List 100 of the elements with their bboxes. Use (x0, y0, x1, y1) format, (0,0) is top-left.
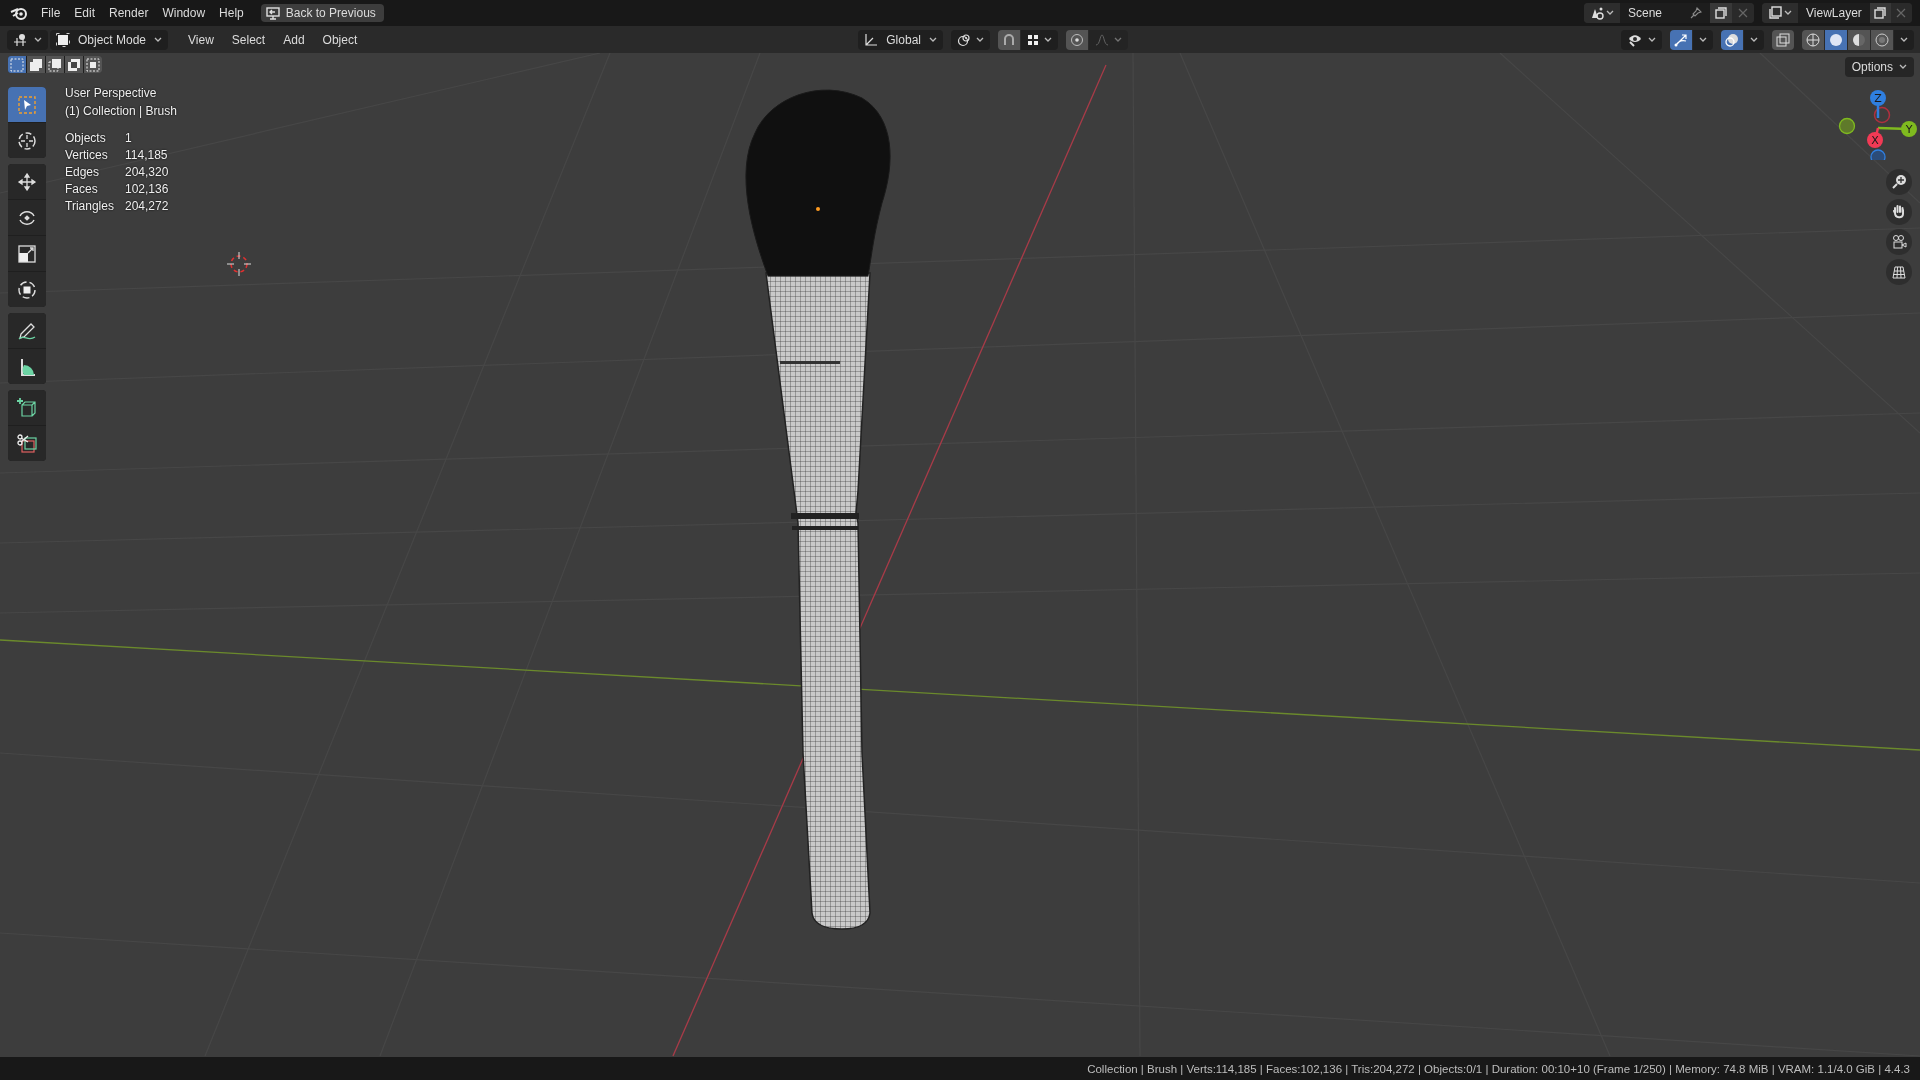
negative-z-axis-handle (1870, 149, 1886, 160)
tool-button[interactable] (8, 426, 46, 461)
axes-icon (864, 32, 879, 47)
options-dropdown[interactable]: Options (1844, 57, 1914, 77)
menu-item[interactable]: Add (275, 30, 313, 49)
scale-icon (16, 242, 38, 265)
shading-mode-button[interactable] (1871, 29, 1893, 50)
menu-item[interactable]: Edit (67, 3, 103, 23)
tool-button[interactable] (8, 164, 46, 199)
caret-icon (1699, 36, 1707, 43)
stat-label: Objects (65, 130, 107, 147)
menu-item[interactable]: Select (223, 30, 274, 49)
scene-name: Scene (1628, 6, 1663, 20)
gizmo-toggle[interactable] (1670, 29, 1692, 50)
add-cube-icon (16, 396, 38, 419)
view-name: User Perspective (65, 85, 158, 102)
editor-type-selector[interactable] (7, 29, 48, 50)
menu-item[interactable]: Object (314, 30, 366, 49)
select-mode-button[interactable] (27, 56, 45, 73)
tool-button[interactable] (8, 200, 46, 235)
menu-item[interactable]: File (34, 3, 68, 23)
select-mode-button[interactable] (84, 56, 102, 73)
select-mode-button[interactable] (65, 56, 83, 73)
xray-toggle[interactable] (1772, 29, 1794, 50)
y-axis-handle[interactable]: Y (1877, 121, 1917, 137)
select-set-icon (10, 57, 24, 72)
monitor-back-icon (265, 6, 280, 20)
caret-icon (1648, 36, 1656, 43)
caret-icon (975, 36, 984, 43)
select-subtract-icon (48, 57, 62, 72)
select-difference-icon (67, 57, 81, 72)
tool-button[interactable] (8, 123, 46, 158)
tool-button[interactable] (8, 349, 46, 384)
collection-label: (1) Collection | Brush (65, 103, 177, 120)
falloff-curve-icon (1094, 33, 1109, 46)
wireframe-sphere-icon (1806, 32, 1820, 47)
stat-label: Triangles (65, 198, 115, 215)
magnet-icon (1001, 32, 1016, 47)
gizmo-arrow-icon (1674, 32, 1688, 47)
stat-label: Faces (65, 181, 99, 198)
menu-item[interactable]: Window (155, 3, 213, 23)
caret-icon (1750, 36, 1758, 43)
close-icon (1896, 8, 1907, 18)
origin-dot (816, 207, 820, 211)
image-stack-icon (1768, 6, 1782, 20)
rendered-sphere-icon (1875, 32, 1889, 47)
shading-mode-button[interactable] (1848, 29, 1870, 50)
object-mode-icon (56, 32, 70, 47)
view-layer-selector[interactable]: ViewLayer (1762, 3, 1912, 23)
scene-icon (1590, 6, 1604, 20)
caret-icon (1899, 64, 1907, 70)
status-info: Collection | Brush | Verts:114,185 | Faces:102,136 | Tris:204,272 | Objects:0/1 | Duration: 00:10+10 (Frame 1/250) | Memory: 74.8 MiB | VRAM: 1.1/4.0 GiB | 4.4.3 (1087, 1062, 1910, 1075)
menu-item[interactable]: Help (212, 3, 251, 23)
caret-icon (1043, 36, 1052, 43)
scissors-cube-icon (16, 432, 38, 455)
duplicate-icon (1715, 7, 1727, 19)
pivot-icon (956, 32, 971, 47)
shading-mode-button[interactable] (1802, 29, 1824, 50)
back-to-previous-button[interactable]: Back to Previous (260, 4, 384, 22)
proportional-icon (1069, 32, 1084, 47)
pivot-dropdown[interactable] (950, 29, 990, 50)
blender-logo-icon (10, 5, 28, 21)
stat-label: Edges (65, 164, 101, 181)
cursor-icon (16, 129, 38, 152)
grid-icon (1891, 264, 1907, 280)
caret-icon (154, 36, 163, 43)
view-layer-name: ViewLayer (1806, 6, 1862, 20)
overlay-circles-icon (1725, 32, 1739, 47)
orientation-dropdown[interactable]: Global (858, 29, 943, 50)
axes-sphere-icon (13, 32, 29, 47)
proportional-edit-toggle[interactable] (1065, 29, 1088, 50)
stat-value: 1 (125, 130, 133, 147)
scene-selector[interactable]: Scene (1584, 3, 1754, 23)
pin-icon (1690, 7, 1702, 19)
caret-icon (1113, 36, 1122, 43)
3d-cursor-icon (226, 251, 252, 277)
select-mode-button[interactable] (46, 56, 64, 73)
menu-item[interactable]: Render (102, 3, 156, 23)
stat-value: 102,136 (125, 181, 170, 198)
negative-x-axis-handle (1873, 106, 1891, 124)
tool-button[interactable] (8, 236, 46, 271)
eye-pointer-icon (1627, 32, 1643, 47)
mode-dropdown[interactable]: Object Mode (50, 29, 169, 50)
caret-icon (1900, 36, 1908, 43)
stat-value: 204,320 (125, 164, 170, 181)
snap-toggle[interactable] (997, 29, 1020, 50)
caret-icon (1784, 10, 1792, 16)
snap-target-dropdown[interactable] (1020, 29, 1058, 50)
menu-item[interactable]: View (180, 30, 222, 49)
visibility-dropdown[interactable] (1621, 29, 1662, 50)
stat-value: 204,272 (125, 198, 170, 215)
shading-mode-button[interactable] (1825, 29, 1847, 50)
xray-icon (1776, 32, 1790, 47)
tool-button[interactable] (8, 272, 46, 307)
overlay-toggle[interactable] (1721, 29, 1743, 50)
tool-button[interactable] (8, 313, 46, 348)
tool-button[interactable] (8, 390, 46, 425)
select-extend-icon (29, 57, 43, 72)
negative-y-axis-handle (1838, 117, 1856, 135)
stat-label: Vertices (65, 147, 109, 164)
